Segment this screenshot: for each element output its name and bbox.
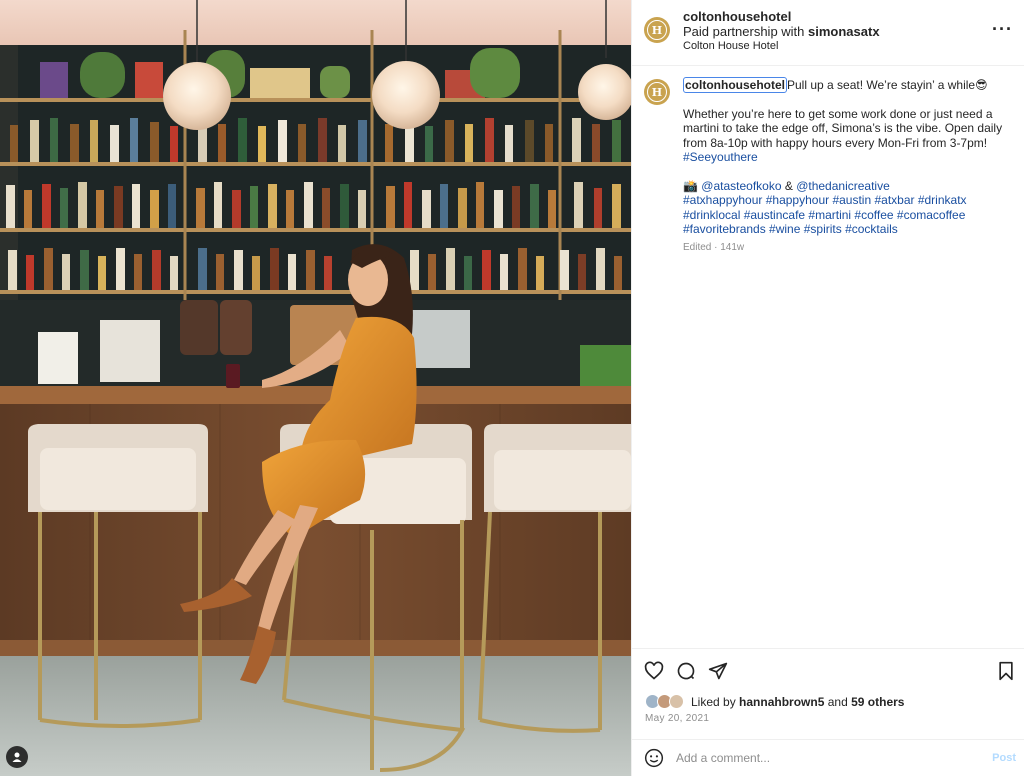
- camera-icon: 📸: [683, 178, 702, 193]
- more-horizontal-icon: ···: [992, 19, 1013, 39]
- partner-username[interactable]: simonasatx: [808, 24, 880, 39]
- liked-by-mid: and: [827, 695, 848, 709]
- profile-avatar[interactable]: H: [644, 17, 670, 43]
- caption-username[interactable]: coltonhousehotel: [683, 77, 787, 93]
- hashtag-seeyouthere[interactable]: #Seeyouthere: [683, 150, 1015, 165]
- caption-body-line: from 8a-10p with happy hours every Mon-F…: [683, 135, 988, 150]
- liked-by-others[interactable]: 59 others: [851, 695, 904, 709]
- comment-input[interactable]: [676, 748, 976, 768]
- hotel-logo-icon: H: [647, 20, 667, 40]
- like-button[interactable]: [644, 661, 664, 684]
- header-text: coltonhousehotel Paid partnership with s…: [683, 9, 880, 54]
- credit-separator: &: [781, 178, 797, 193]
- hashtags-line[interactable]: #drinklocal #austincafe #martini #coffee…: [683, 208, 1015, 223]
- comment-bar: Post: [632, 739, 1024, 776]
- instagram-post-modal: H coltonhousehotel Paid partnership with…: [0, 0, 1024, 776]
- post-date[interactable]: May 20, 2021: [645, 713, 709, 724]
- share-icon: [708, 662, 728, 680]
- likes-summary[interactable]: Liked by hannahbrown5 and 59 others: [645, 693, 904, 711]
- hotel-logo-icon: H: [647, 82, 667, 102]
- share-button[interactable]: [708, 661, 728, 684]
- liked-by-prefix: Liked by: [691, 695, 736, 709]
- mention-atasteofkoko[interactable]: @atasteofkoko: [701, 179, 781, 193]
- post-details-panel: H coltonhousehotel Paid partnership with…: [631, 0, 1024, 776]
- more-options-button[interactable]: ···: [992, 19, 1013, 39]
- caption-headline: Pull up a seat! We’re stayin’ a while😎: [787, 78, 988, 92]
- location-link[interactable]: Colton House Hotel: [683, 39, 880, 54]
- partnership-prefix: Paid partnership with: [683, 24, 809, 39]
- post-actions: Liked by hannahbrown5 and 59 others May …: [632, 648, 1024, 776]
- partnership-label: Paid partnership with simonasatx: [683, 24, 880, 39]
- photo-credits: 📸 @atasteofkoko & @thedanicreative: [683, 179, 1015, 194]
- liked-by-user[interactable]: hannahbrown5: [739, 695, 824, 709]
- caption-body-line: Whether you’re here to get some work don…: [683, 106, 993, 121]
- comment-icon: [677, 662, 695, 680]
- hashtags-line[interactable]: #atxhappyhour #happyhour #austin #atxbar…: [683, 193, 1015, 208]
- post-header: H coltonhousehotel Paid partnership with…: [632, 0, 1024, 66]
- user-tag-icon: [12, 752, 22, 762]
- hashtags-line[interactable]: #favoritebrands #wine #spirits #cocktail…: [683, 222, 1015, 237]
- tagged-user-button[interactable]: [6, 746, 28, 768]
- post-username[interactable]: coltonhousehotel: [683, 9, 880, 24]
- bookmark-icon: [999, 661, 1013, 681]
- caption-first-line: coltonhousehotel Pull up a seat! We’re st…: [683, 77, 1015, 93]
- post-comment-button[interactable]: Post: [992, 752, 1016, 764]
- save-button[interactable]: [997, 661, 1015, 684]
- post-photo[interactable]: [0, 0, 631, 776]
- bar-scene-illustration: [0, 0, 631, 776]
- emoji-icon: [644, 748, 664, 768]
- avatar: [669, 694, 684, 709]
- caption-body-line: martini to take the edge off, Simona’s i…: [683, 121, 1003, 135]
- heart-icon: [644, 661, 664, 680]
- post-caption: coltonhousehotel Pull up a seat! We’re st…: [683, 77, 1015, 255]
- emoji-button[interactable]: [644, 748, 664, 771]
- caption-meta: Edited · 141w: [683, 241, 745, 253]
- comment-button[interactable]: [676, 661, 696, 684]
- caption-avatar[interactable]: H: [644, 79, 670, 105]
- mention-thedanicreative[interactable]: @thedanicreative: [796, 179, 890, 193]
- liker-avatars: [645, 693, 689, 711]
